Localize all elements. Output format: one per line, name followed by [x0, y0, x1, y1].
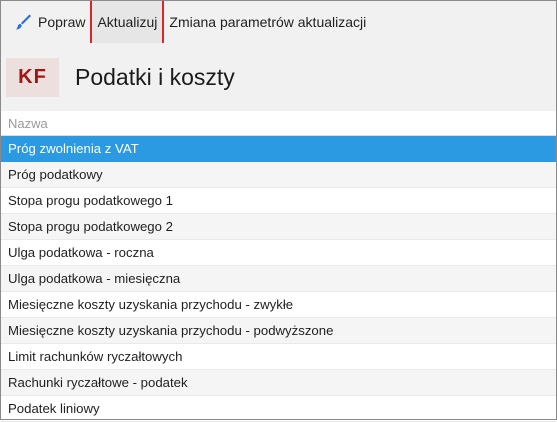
table-row[interactable]: Próg zwolnienia z VAT — [1, 136, 556, 162]
page-header: KF Podatki i koszty — [1, 43, 556, 111]
module-badge: KF — [6, 57, 59, 97]
page-title: Podatki i koszty — [75, 63, 235, 90]
edit-button[interactable]: Popraw — [1, 1, 89, 43]
table-row[interactable]: Stopa progu podatkowego 2 — [1, 214, 556, 240]
update-button[interactable]: Aktualizuj — [90, 1, 165, 43]
table-row[interactable]: Próg podatkowy — [1, 162, 556, 188]
update-params-button-label: Zmiana parametrów aktualizacji — [169, 14, 367, 30]
table-row[interactable]: Limit rachunków ryczałtowych — [1, 344, 556, 370]
app-window: Popraw Aktualizuj Zmiana parametrów aktu… — [0, 0, 557, 422]
table-row[interactable]: Ulga podatkowa - miesięczna — [1, 266, 556, 292]
table-row[interactable]: Miesięczne koszty uzyskania przychodu - … — [1, 318, 556, 344]
edit-button-label: Popraw — [38, 14, 86, 30]
toolbar: Popraw Aktualizuj Zmiana parametrów aktu… — [1, 1, 556, 43]
table-row[interactable]: Rachunki ryczałtowe - podatek — [1, 370, 556, 396]
grid-rows: Próg zwolnienia z VAT Próg podatkowy Stopa… — [1, 136, 556, 422]
update-button-label: Aktualizuj — [97, 14, 158, 30]
table-row[interactable]: Miesięczne koszty uzyskania przychodu - … — [1, 292, 556, 318]
data-grid: Nazwa Próg zwolnienia z VAT Próg podatkow… — [1, 111, 556, 422]
table-row[interactable]: Ulga podatkowa - roczna — [1, 240, 556, 266]
brush-icon — [14, 13, 32, 31]
table-row[interactable]: Podatek liniowy — [1, 396, 556, 422]
column-header-name[interactable]: Nazwa — [1, 111, 556, 136]
table-row[interactable]: Stopa progu podatkowego 1 — [1, 188, 556, 214]
update-params-button[interactable]: Zmiana parametrów aktualizacji — [165, 1, 370, 43]
